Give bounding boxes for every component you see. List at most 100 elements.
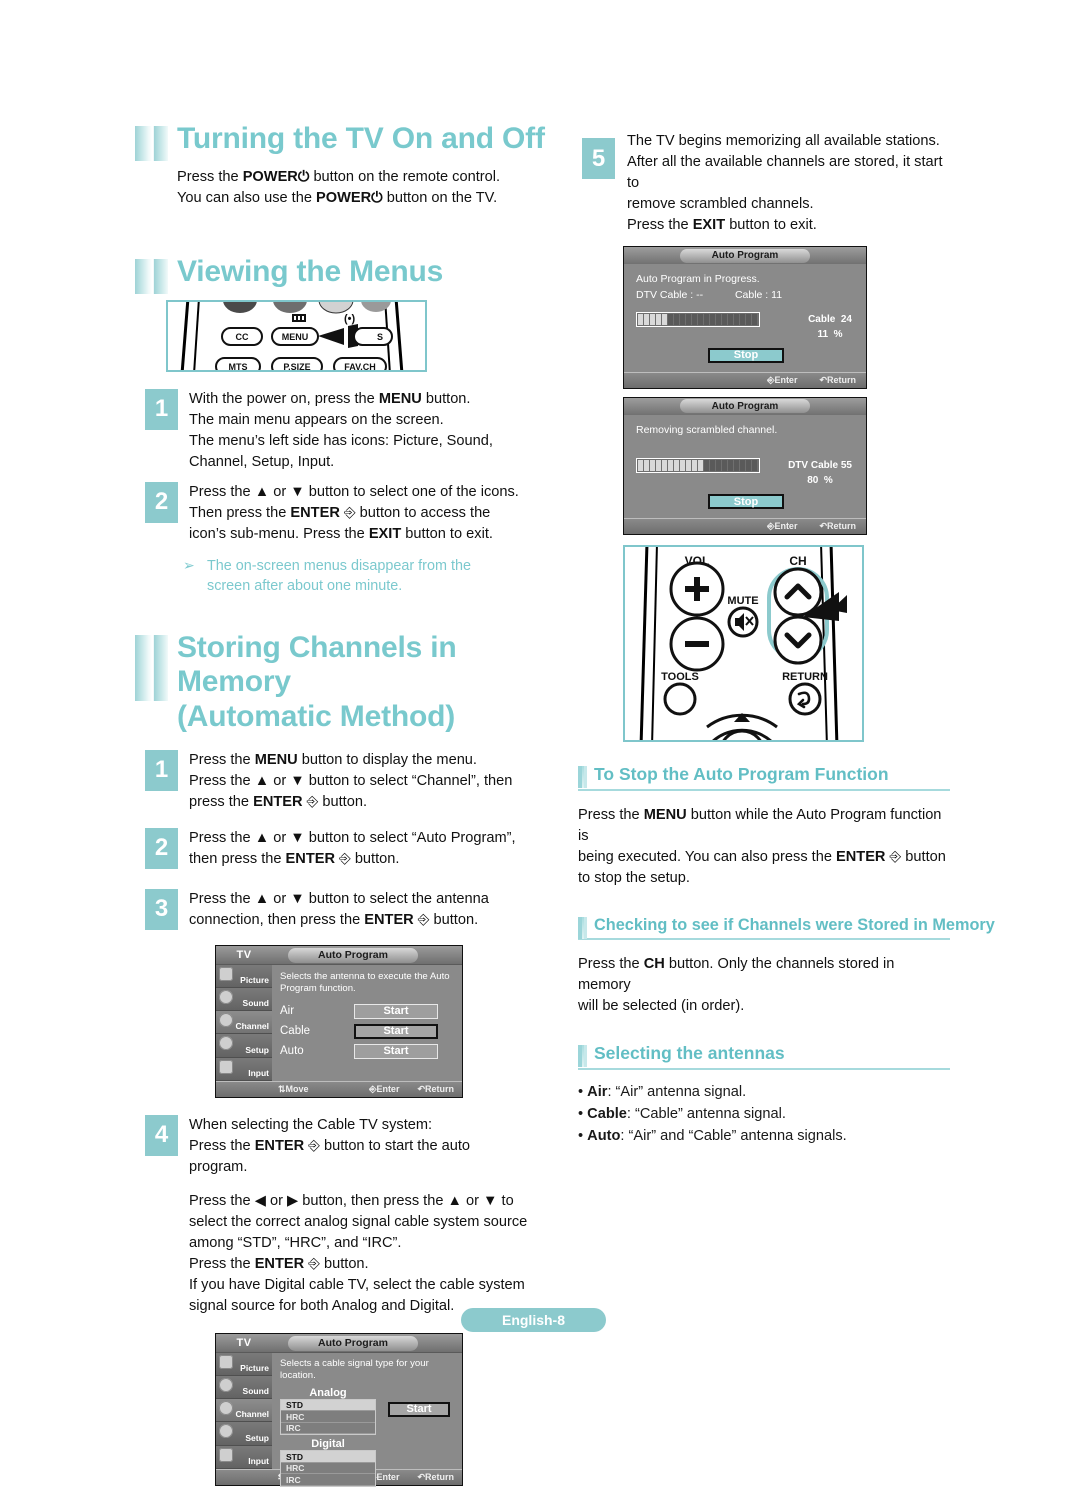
- dialog-body: Removing scrambled channel. DTV Cable 55…: [624, 415, 866, 514]
- osd-sidebar-item-input[interactable]: Input: [216, 1057, 272, 1081]
- progress-bar: [636, 458, 760, 474]
- analog-option-std[interactable]: STD: [281, 1399, 375, 1412]
- dialog-body: Auto Program in Progress. DTV Cable : --…: [624, 264, 866, 367]
- step-number-badge: 2: [145, 481, 178, 523]
- bullet-auto: • Auto: “Air” and “Cable” antenna signal…: [578, 1128, 847, 1145]
- osd-auto-program-cable[interactable]: TV Auto Program Picture Sound Channel Se…: [215, 1332, 463, 1487]
- osd-sidebar-item-input[interactable]: Input: [216, 1445, 272, 1469]
- page-title-turning-tv: Turning the TV On and Off: [177, 122, 545, 155]
- menu-step-2-text: Press the ▲ or ▼ button to select one of…: [189, 483, 519, 542]
- osd-sidebar-label: Sound: [242, 1386, 269, 1397]
- osd-sidebar-item-setup[interactable]: Setup: [216, 1034, 272, 1058]
- osd-sidebar: Picture Sound Channel Setup Input: [216, 1352, 272, 1469]
- stop-button[interactable]: Stop: [708, 494, 784, 510]
- osd-sidebar-label: Setup: [245, 1044, 269, 1055]
- osd-row-auto: Auto Start: [280, 1043, 455, 1059]
- menu-step-2: 2 Press the ▲ or ▼ button to select one …: [133, 481, 553, 545]
- setup-gear-icon: [219, 1036, 233, 1051]
- section-storing-channels: Storing Channels in Memory (Automatic Me…: [133, 631, 553, 735]
- enter-icon: ⎆: [343, 504, 356, 521]
- stop-button[interactable]: Stop: [708, 347, 784, 363]
- osd-auto-program-antenna[interactable]: TV Auto Program Picture Sound Channel Se…: [215, 944, 463, 1098]
- remote-control-svg: VOL MUTE CH TOOLS RETURN: [625, 547, 862, 741]
- sound-icon: [219, 1378, 233, 1393]
- subsection-stop-auto-program: To Stop the Auto Program Function Press …: [578, 764, 950, 889]
- remote-control-illustration: VOL MUTE CH TOOLS RETURN: [623, 545, 864, 743]
- osd-sidebar-item-sound[interactable]: Sound: [216, 1376, 272, 1400]
- subheading-selecting-antennas: Selecting the antennas: [594, 1043, 785, 1064]
- osd-body: Picture Sound Channel Setup Input Select…: [216, 1352, 462, 1487]
- osd-start-button-cable[interactable]: Start: [354, 1023, 438, 1039]
- analog-group: Analog STD HRC IRC: [280, 1387, 376, 1436]
- osd-sidebar-item-channel[interactable]: Channel: [216, 1011, 272, 1035]
- dialog-title: Auto Program: [680, 248, 810, 263]
- setup-gear-icon: [219, 1424, 233, 1439]
- osd-footer-move: ⇅Move: [278, 1083, 309, 1094]
- power-icon-2: ⏻: [371, 189, 383, 206]
- subheading-wrap: Selecting the antennas: [578, 1043, 950, 1068]
- dialog-title: Auto Program: [680, 399, 810, 413]
- osd-sidebar-item-channel[interactable]: Channel: [216, 1399, 272, 1423]
- power-bold-2: POWER: [316, 189, 372, 206]
- bullet-term: Cable: [587, 1106, 627, 1123]
- osd-row-cable: Cable Start: [280, 1023, 455, 1039]
- removing-stop-wrap: Stop: [636, 494, 856, 510]
- step-number-badge: 3: [145, 888, 178, 930]
- removing-bar-row: DTV Cable 55 80 %: [636, 458, 856, 488]
- power-bold-1: POWER: [242, 168, 298, 185]
- osd-footer-return: ↶Return: [417, 1083, 454, 1094]
- digital-option-hrc[interactable]: HRC: [281, 1462, 375, 1475]
- digital-option-irc[interactable]: IRC: [281, 1474, 375, 1486]
- turning-tv-paragraph: Press the POWER⏻ button on the remote co…: [177, 167, 553, 209]
- removing-percent: 80: [807, 475, 819, 487]
- step-number-badge: 4: [145, 1114, 178, 1156]
- analog-option-irc[interactable]: IRC: [281, 1422, 375, 1435]
- heading-bars-icon: [135, 258, 168, 294]
- digital-options[interactable]: STD HRC IRC: [280, 1450, 376, 1487]
- osd-sidebar-item-sound[interactable]: Sound: [216, 988, 272, 1012]
- osd-sidebar-label: Input: [248, 1067, 269, 1078]
- store-step-1: 1 Press the MENU button to display the m…: [133, 749, 553, 813]
- removing-stat-label: DTV Cable 55: [788, 460, 852, 472]
- osd-sidebar-item-setup[interactable]: Setup: [216, 1422, 272, 1446]
- dialog-auto-program-progress[interactable]: Auto Program Auto Program in Progress. D…: [623, 246, 867, 389]
- section-viewing-menus: Viewing the Menus: [133, 254, 553, 294]
- menu-step-1: 1 With the power on, press the MENU butt…: [133, 388, 553, 473]
- osd-sidebar-label: Channel: [235, 1021, 269, 1032]
- osd-start-button-air[interactable]: Start: [354, 1003, 438, 1019]
- svg-text:MUTE: MUTE: [727, 595, 758, 607]
- power-icon-1: ⏻: [297, 168, 310, 185]
- analog-option-hrc[interactable]: HRC: [281, 1411, 375, 1423]
- analog-label: Analog: [309, 1386, 347, 1399]
- dialog-titlebar: Auto Program: [624, 247, 866, 264]
- checking-channels-text: Press the CH button. Only the channels s…: [578, 956, 895, 1015]
- store-step-5: 5 The TV begins memorizing all available…: [578, 130, 950, 236]
- osd-row-label: Auto: [280, 1045, 304, 1058]
- enter-icon: ⎆: [417, 911, 430, 928]
- osd-start-button-auto[interactable]: Start: [354, 1043, 438, 1059]
- store-step-3: 3 Press the ▲ or ▼ button to select the …: [133, 888, 553, 931]
- osd-start-button[interactable]: Start: [388, 1401, 450, 1417]
- dialog-footer: ⎆Enter ↶Return: [624, 518, 866, 535]
- subsection-checking-channels: Checking to see if Channels were Stored …: [578, 915, 995, 1017]
- analog-options[interactable]: STD HRC IRC: [280, 1398, 376, 1436]
- enter-icon: ⎆: [308, 1255, 320, 1272]
- left-column: Turning the TV On and Off Press the POWE…: [133, 122, 553, 1487]
- osd-sidebar-label: Setup: [245, 1432, 269, 1443]
- enter-icon: ⎆: [308, 1137, 320, 1154]
- subheading-wrap: Checking to see if Channels were Stored …: [578, 915, 995, 940]
- subheading-stop-auto-program: To Stop the Auto Program Function: [594, 764, 889, 785]
- subheading-bars-icon: [578, 1045, 587, 1068]
- progress-bar-row: Cable 24 11 %: [636, 311, 856, 342]
- digital-option-std[interactable]: STD: [281, 1451, 375, 1463]
- subheading-rule: [578, 1068, 950, 1071]
- dialog-footer-enter: ⎆Enter: [767, 374, 798, 385]
- progress-percent: 11: [817, 328, 829, 340]
- store-step-1-text: Press the MENU button to display the men…: [189, 751, 513, 810]
- osd-sidebar-item-picture[interactable]: Picture: [216, 964, 272, 989]
- page-title-viewing-menus: Viewing the Menus: [177, 254, 444, 288]
- dialog-removing-scrambled[interactable]: Auto Program Removing scrambled channel.…: [623, 396, 867, 536]
- osd-sidebar-item-picture[interactable]: Picture: [216, 1352, 272, 1377]
- svg-text:RETURN: RETURN: [782, 671, 828, 683]
- page-title-storing-line1: Storing Channels in Memory: [177, 630, 457, 699]
